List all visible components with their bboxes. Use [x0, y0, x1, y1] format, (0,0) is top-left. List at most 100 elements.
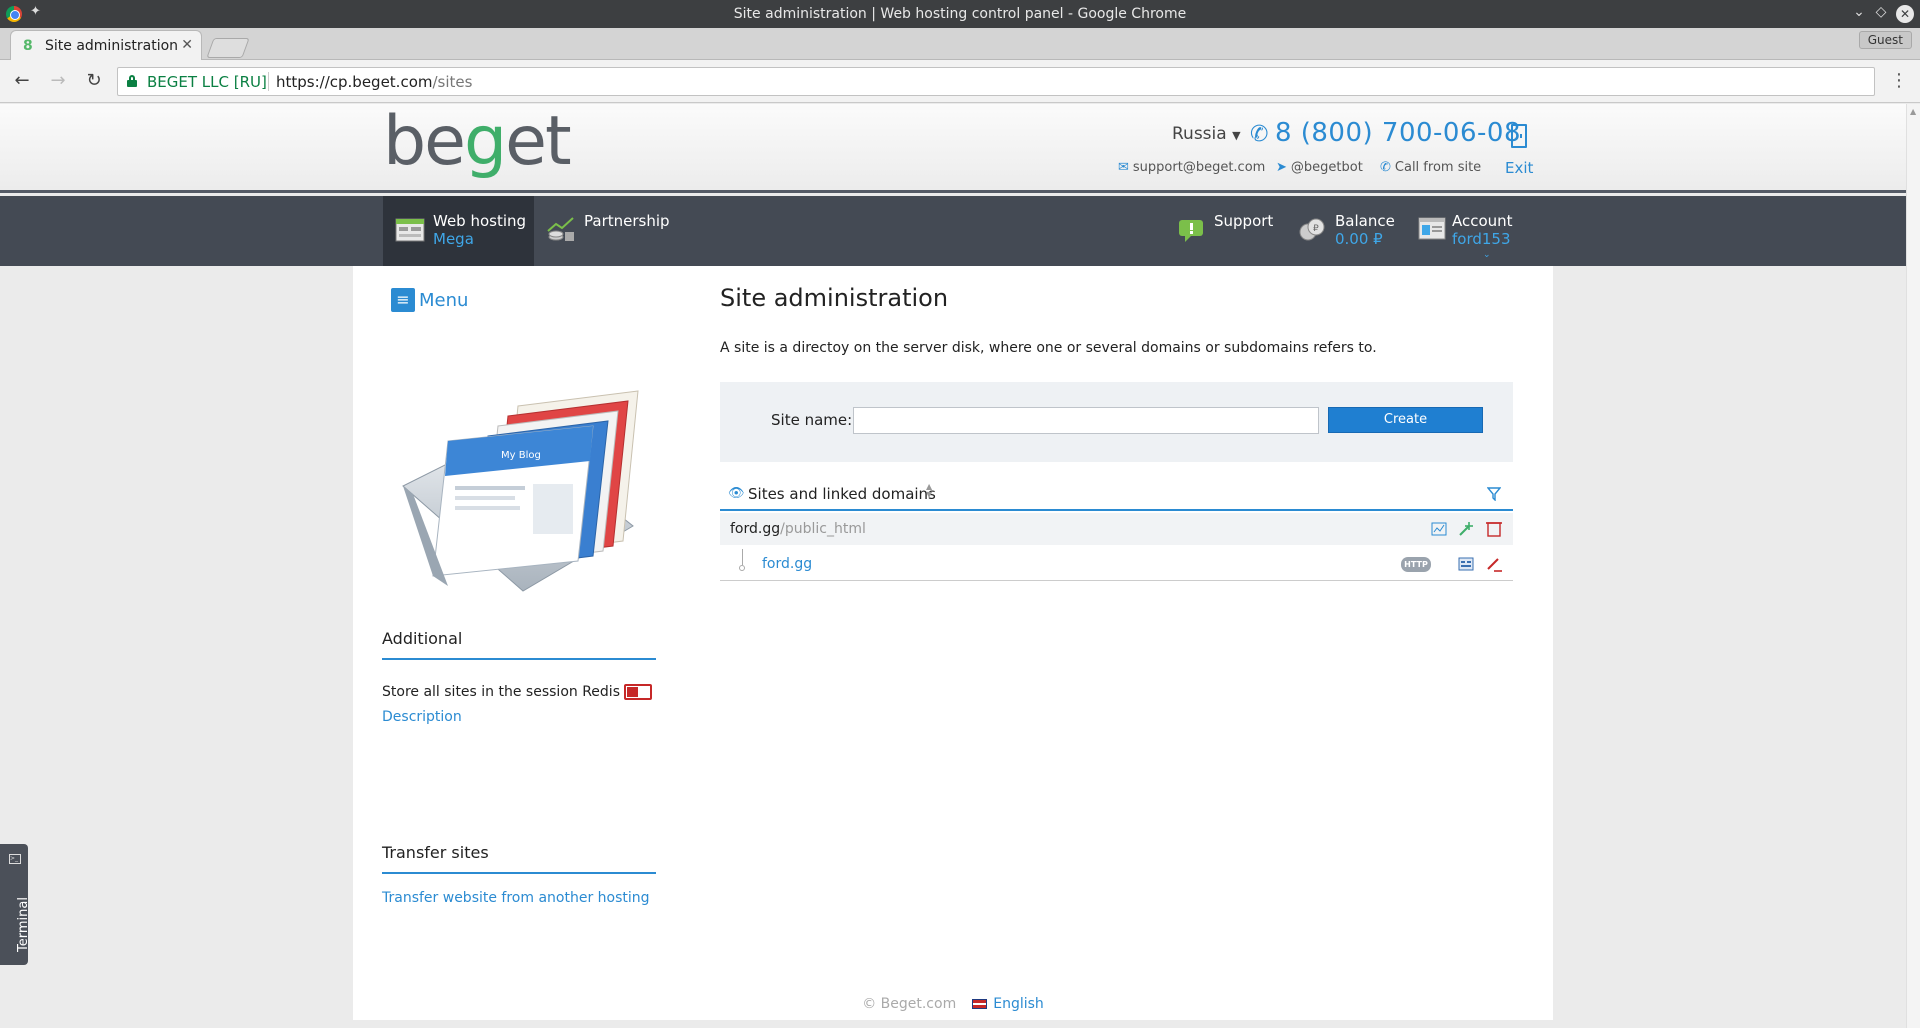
domain-row[interactable]: ford.gg HTTP: [720, 547, 1513, 581]
sites-list-title: Sites and linked domains: [748, 485, 936, 503]
domain-link[interactable]: ford.gg: [762, 556, 812, 572]
email-contact[interactable]: ✉ support@beget.com: [1118, 160, 1265, 175]
url-text: https://cp.beget.com/sites: [276, 73, 472, 91]
scroll-up-icon[interactable]: ▲: [1910, 107, 1916, 116]
page-scrollbar[interactable]: ▲: [1906, 104, 1920, 1028]
url-base: https://cp.beget.com: [276, 73, 433, 91]
nav-balance-label: Balance: [1335, 212, 1395, 230]
phone-number[interactable]: ✆ 8 (800) 700-06-08: [1250, 118, 1521, 148]
page-footer: © Beget.com English: [353, 996, 1553, 1012]
web-hosting-icon: [395, 218, 425, 242]
tree-line: [742, 549, 743, 565]
address-bar[interactable]: BEGET LLC [RU] https://cp.beget.com/site…: [117, 67, 1875, 96]
svg-text:₽: ₽: [1313, 224, 1319, 234]
window-title: Site administration | Web hosting contro…: [733, 6, 1187, 22]
transfer-heading: Transfer sites: [382, 843, 656, 874]
browser-toolbar: ← → ↻ BEGET LLC [RU] https://cp.beget.co…: [0, 60, 1920, 103]
sites-list-header: 👁︎ Sites and linked domains ▲ ▼: [720, 478, 1513, 511]
content-area: ≡ Menu My Blog Additional Store all sites…: [353, 266, 1553, 1026]
transfer-website-link[interactable]: Transfer website from another hosting: [382, 890, 650, 906]
nav-partnership[interactable]: Partnership: [534, 196, 674, 266]
nav-account-value: ford153: [1452, 230, 1511, 248]
account-chevron-down-icon[interactable]: ⌄: [1483, 250, 1491, 260]
site-header: beget Russia ▼ ✆ 8 (800) 700-06-08 Exit ✉…: [0, 104, 1906, 193]
main-navbar: Web hosting Mega Partnership Support ₽ B…: [0, 196, 1906, 266]
site-stats-icon[interactable]: [1430, 520, 1448, 538]
email-text: support@beget.com: [1132, 160, 1266, 175]
logo-part-2: g: [464, 104, 507, 181]
support-chat-icon: [1179, 220, 1203, 242]
tree-node: [739, 565, 745, 571]
back-icon[interactable]: ←: [11, 70, 33, 92]
logo-part-1: be: [383, 104, 466, 181]
nav-support-label: Support: [1214, 212, 1274, 230]
nav-account-label: Account: [1452, 212, 1513, 230]
sort-icon[interactable]: ▲ ▼: [926, 483, 932, 499]
site-dir-text: /public_html: [780, 521, 866, 537]
tab-title: Site administration: [45, 38, 179, 54]
logo-part-3: et: [505, 104, 571, 181]
nav-web-hosting-label: Web hosting: [433, 212, 527, 230]
site-row[interactable]: ford.gg/public_html: [720, 513, 1513, 545]
maximize-icon[interactable]: ◇: [1872, 4, 1890, 20]
window-titlebar: ✦ Site administration | Web hosting cont…: [0, 0, 1920, 28]
telegram-contact[interactable]: ➤ @begetbot: [1276, 160, 1363, 175]
beget-logo[interactable]: beget: [383, 108, 572, 176]
nav-balance[interactable]: ₽ Balance 0.00 ₽: [1285, 196, 1395, 266]
tab-close-icon[interactable]: ✕: [181, 37, 193, 53]
delete-site-icon[interactable]: [1485, 520, 1503, 538]
terminal-label: Terminal: [16, 897, 31, 952]
minimize-icon[interactable]: ⌄: [1850, 4, 1868, 20]
uk-flag-icon: [972, 999, 988, 1009]
country-label: Russia: [1172, 124, 1227, 144]
exit-link[interactable]: Exit: [1505, 159, 1533, 177]
terminal-icon: >_: [9, 854, 21, 864]
filter-icon[interactable]: [1487, 487, 1501, 501]
call-icon: ✆: [1380, 160, 1391, 175]
url-path: /sites: [432, 73, 473, 91]
create-button[interactable]: Create: [1328, 407, 1483, 433]
detach-domain-icon[interactable]: [1485, 555, 1503, 573]
nav-balance-value: 0.00 ₽: [1335, 230, 1383, 248]
window-close-icon[interactable]: ✕: [1896, 5, 1914, 23]
country-select[interactable]: Russia ▼: [1172, 124, 1241, 144]
envelope-icon: ✉: [1118, 160, 1129, 175]
eye-icon[interactable]: 👁︎: [728, 486, 745, 501]
redis-label: Store all sites in the session Redis: [382, 684, 620, 700]
content-bottom-strip: [353, 1020, 1553, 1026]
nav-plan-label: Mega: [433, 230, 474, 248]
tab-site-administration[interactable]: 8 Site administration ✕: [10, 30, 202, 60]
phone-icon: ✆: [1250, 122, 1269, 147]
nav-account[interactable]: Account ford153 ⌄: [1405, 196, 1545, 266]
page: beget Russia ▼ ✆ 8 (800) 700-06-08 Exit ✉…: [0, 104, 1906, 1028]
menu-button[interactable]: ≡ Menu: [391, 288, 468, 312]
menu-label: Menu: [419, 289, 469, 311]
http-badge[interactable]: HTTP: [1401, 557, 1431, 572]
forward-icon[interactable]: →: [47, 70, 69, 92]
call-from-site-link[interactable]: ✆ Call from site: [1380, 160, 1481, 175]
hamburger-icon: ≡: [391, 288, 415, 312]
dns-settings-icon[interactable]: [1457, 555, 1475, 573]
browser-menu-icon[interactable]: ⋮: [1890, 70, 1908, 91]
description-link[interactable]: Description: [382, 709, 462, 725]
nav-partnership-label: Partnership: [584, 212, 670, 230]
nav-web-hosting[interactable]: Web hosting Mega: [383, 196, 534, 266]
new-tab-button[interactable]: [206, 38, 250, 58]
page-title: Site administration: [720, 284, 949, 312]
phone-text: 8 (800) 700-06-08: [1274, 118, 1521, 148]
caret-down-icon: ▼: [1232, 129, 1241, 142]
site-name-input[interactable]: [853, 407, 1319, 434]
intro-text: A site is a directoy on the server disk,…: [720, 340, 1377, 356]
tab-strip: 8 Site administration ✕ Guest: [0, 28, 1920, 60]
profile-button[interactable]: Guest: [1858, 31, 1912, 49]
reload-icon[interactable]: ↻: [83, 70, 105, 92]
redis-toggle[interactable]: [624, 684, 652, 700]
sites-illustration-image: My Blog: [402, 390, 639, 592]
terminal-tab[interactable]: >_ Terminal: [0, 844, 31, 965]
nav-support[interactable]: Support: [1165, 196, 1275, 266]
language-link[interactable]: English: [993, 996, 1044, 1012]
attach-domain-icon[interactable]: [1457, 520, 1475, 538]
create-site-form: Site name: Create: [720, 382, 1513, 462]
copyright-text: © Beget.com: [862, 996, 957, 1012]
exit-door-icon[interactable]: [1511, 124, 1527, 148]
